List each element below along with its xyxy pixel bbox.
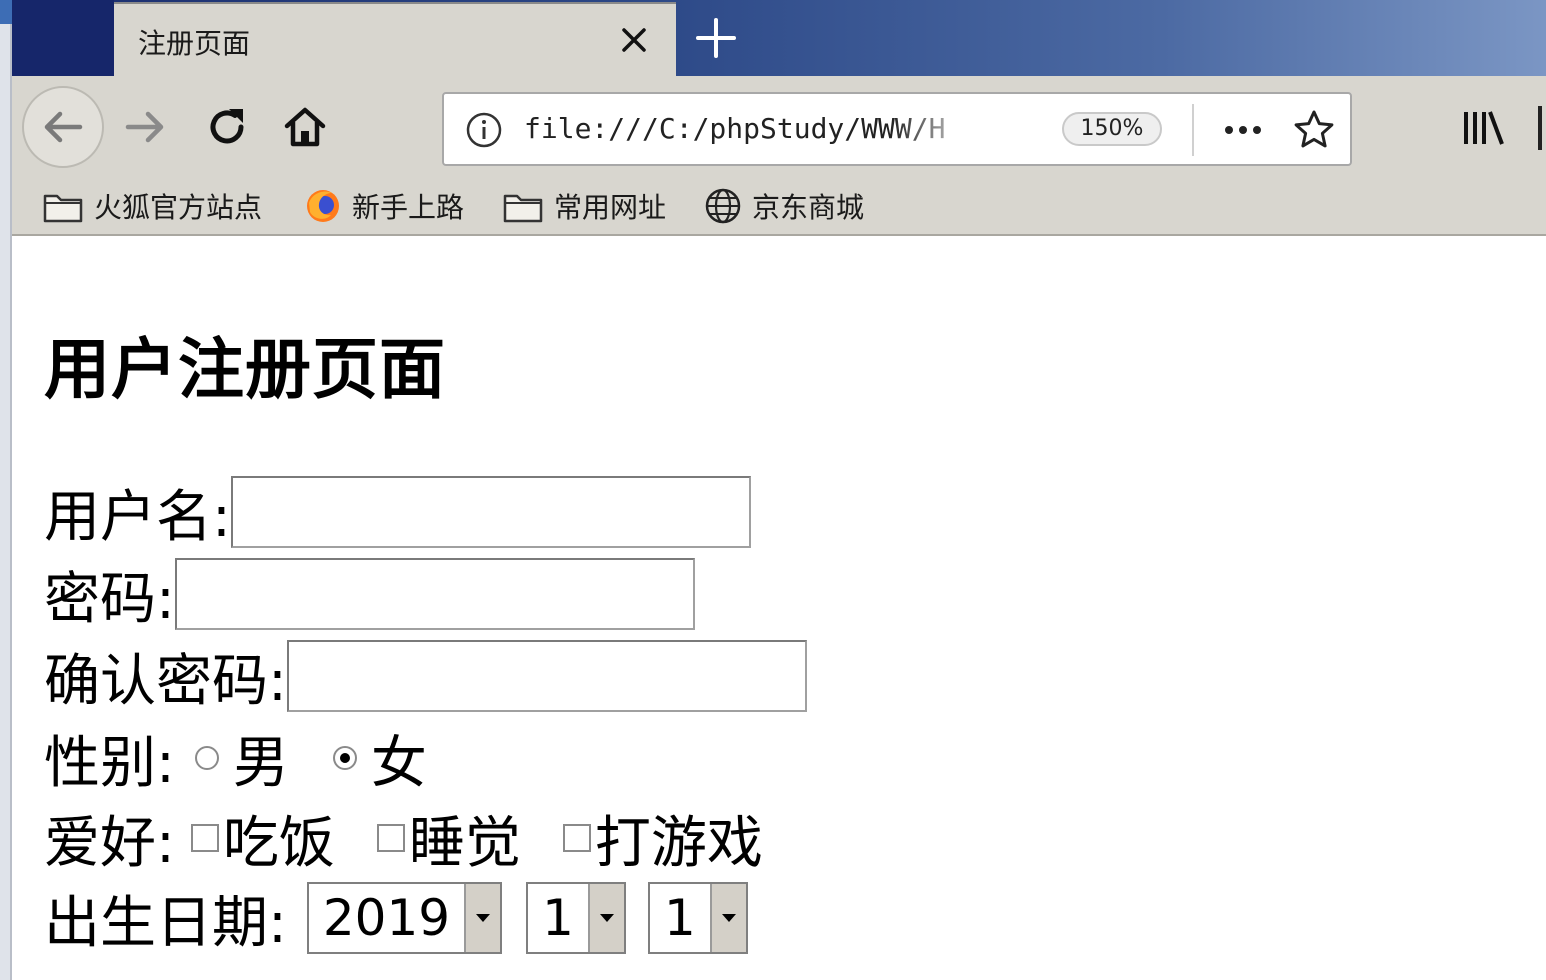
- page-title: 用户注册页面: [44, 331, 446, 408]
- reload-button[interactable]: [202, 102, 252, 152]
- gender-label: 性别:: [44, 730, 175, 796]
- gender-radio-male[interactable]: [194, 746, 219, 770]
- tab-strip: 注册页面: [12, 0, 1546, 76]
- page-content: 用户注册页面 用户名: 密码: 确认密码: 性别: 男 女 爱好: 吃饭 睡觉 …: [12, 236, 1546, 980]
- confirm-password-input[interactable]: [286, 640, 807, 712]
- birth-year-select[interactable]: 2019: [306, 882, 503, 954]
- info-icon[interactable]: [464, 110, 504, 150]
- address-bar-divider: [1192, 104, 1194, 156]
- select-value: 2019: [322, 889, 451, 947]
- bookmark-star-icon[interactable]: [1292, 108, 1336, 152]
- chevron-down-icon[interactable]: [464, 884, 501, 952]
- birthday-row: 出生日期: 2019 1 1: [44, 880, 748, 956]
- forward-button[interactable]: [120, 102, 170, 152]
- gender-row: 性别: 男 女: [44, 720, 427, 796]
- address-bar[interactable]: file:///C:/phpStudy/WWW/H 150%: [442, 92, 1352, 166]
- gender-option-label: 男: [232, 730, 289, 796]
- zoom-indicator[interactable]: 150%: [1062, 112, 1162, 146]
- birth-day-select[interactable]: 1: [647, 882, 748, 954]
- hobby-checkbox[interactable]: [376, 824, 405, 852]
- tab-active[interactable]: 注册页面: [114, 2, 676, 76]
- browser-window: 注册页面 file:///C:/phpStudy/WWW/H 150% 火狐官方…: [12, 0, 1546, 980]
- background-window-edge: [0, 0, 12, 980]
- select-value: 1: [542, 889, 574, 947]
- back-button[interactable]: [22, 86, 104, 168]
- screen: 注册页面 file:///C:/phpStudy/WWW/H 150% 火狐官方…: [0, 0, 1546, 980]
- bookmark-item[interactable]: 新手上路: [304, 184, 464, 228]
- gender-option-label: 女: [370, 730, 427, 796]
- plus-icon[interactable]: [692, 14, 740, 62]
- reload-icon: [210, 109, 244, 144]
- hobby-option-label: 打游戏: [594, 810, 763, 876]
- menu-button-edge[interactable]: [1538, 106, 1546, 150]
- close-icon[interactable]: [614, 20, 654, 60]
- url-text[interactable]: file:///C:/phpStudy/WWW/H: [524, 112, 984, 152]
- tab-strip-spacer: [12, 0, 114, 76]
- username-input[interactable]: [230, 476, 751, 548]
- password-input[interactable]: [174, 558, 695, 630]
- bookmark-label: 火狐官方站点: [94, 191, 263, 224]
- folder-icon: [503, 194, 543, 223]
- select-value: 1: [663, 889, 696, 947]
- bookmark-item[interactable]: 常用网址: [502, 184, 666, 228]
- hobby-label: 爱好:: [44, 810, 175, 876]
- hobby-checkbox[interactable]: [562, 824, 591, 852]
- hobby-checkbox[interactable]: [190, 824, 219, 852]
- navigation-toolbar: file:///C:/phpStudy/WWW/H 150%: [12, 76, 1546, 180]
- globe-icon: [705, 188, 741, 224]
- hobby-option-label: 睡觉: [408, 810, 521, 876]
- home-button[interactable]: [280, 102, 330, 152]
- bookmark-label: 京东商城: [752, 191, 865, 224]
- bookmark-item[interactable]: 火狐官方站点: [42, 184, 262, 228]
- folder-icon: [43, 194, 83, 223]
- tab-title: 注册页面: [138, 27, 251, 60]
- gender-radio-female[interactable]: [332, 746, 357, 770]
- hobby-option-label: 吃饭: [222, 810, 335, 876]
- confirm-password-row: 确认密码:: [44, 638, 807, 714]
- birth-month-select[interactable]: 1: [526, 882, 626, 954]
- username-row: 用户名:: [44, 474, 751, 550]
- bookmarks-toolbar: 火狐官方站点 新手上路 常用网址 京东商城: [12, 180, 1546, 236]
- username-label: 用户名:: [44, 484, 231, 550]
- confirm-password-label: 确认密码:: [44, 648, 287, 714]
- bookmark-item[interactable]: 京东商城: [704, 184, 864, 228]
- birthday-label: 出生日期:: [44, 890, 287, 956]
- bookmark-label: 新手上路: [352, 191, 465, 224]
- password-row: 密码:: [44, 556, 695, 632]
- more-actions-icon[interactable]: [1220, 110, 1266, 150]
- chevron-down-icon[interactable]: [587, 884, 624, 952]
- arrow-left-icon: [44, 111, 83, 143]
- bookmark-label: 常用网址: [554, 191, 667, 224]
- hobby-row: 爱好: 吃饭 睡觉 打游戏: [44, 800, 763, 876]
- password-label: 密码:: [44, 566, 175, 632]
- home-icon: [284, 107, 326, 147]
- library-icon[interactable]: [1460, 106, 1506, 150]
- chevron-down-icon[interactable]: [709, 884, 746, 952]
- firefox-icon: [307, 190, 339, 222]
- arrow-right-icon: [125, 111, 164, 143]
